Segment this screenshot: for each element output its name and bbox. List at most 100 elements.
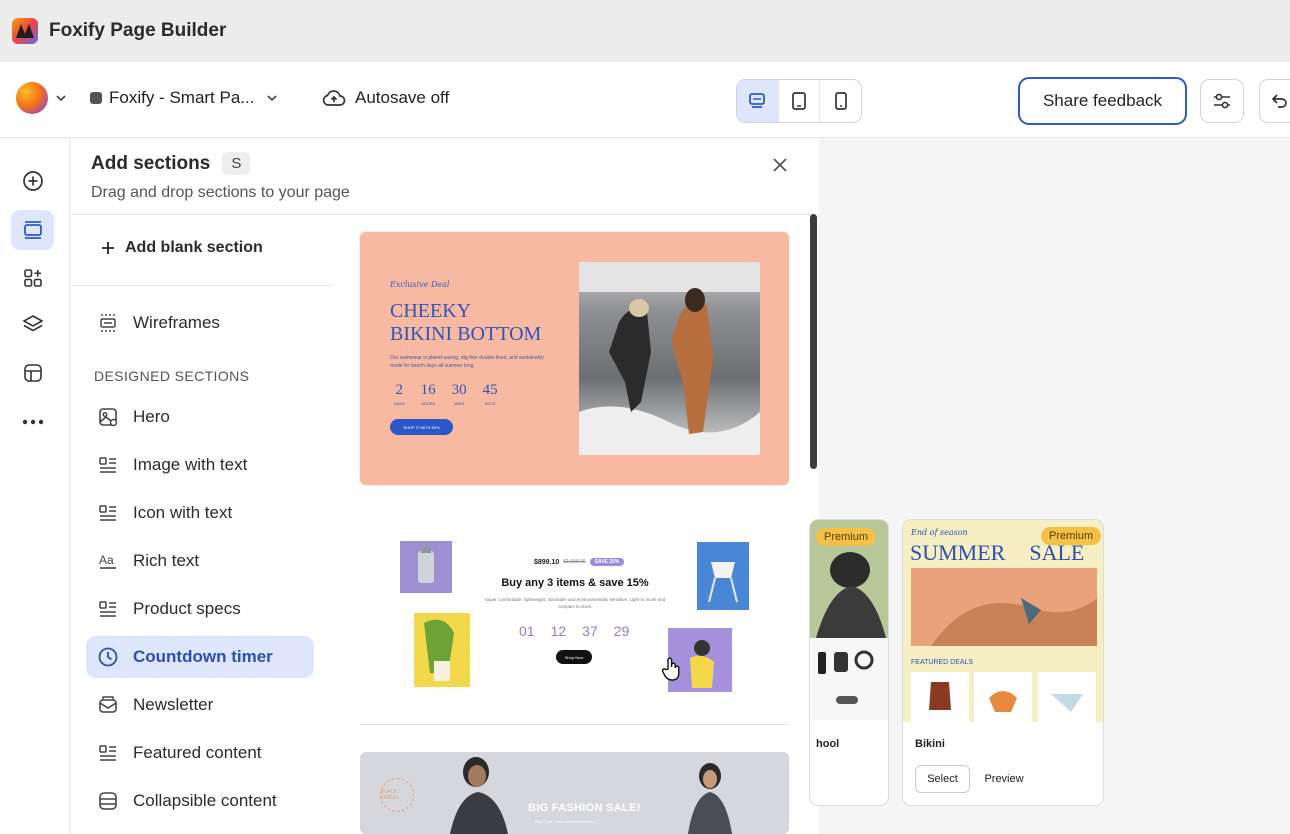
nav-item-rich-text[interactable]: Aa Rich text [86, 540, 314, 582]
timer-unit: 16 HOURS [421, 382, 436, 406]
app-logo-icon [12, 18, 38, 44]
add-blank-section-button[interactable]: Add blank section [101, 239, 263, 257]
mobile-view-button[interactable] [820, 80, 861, 122]
divider [360, 724, 789, 725]
desktop-view-button[interactable] [737, 80, 779, 122]
nav-item-label: Icon with text [133, 503, 233, 522]
nav-item-label: Hero [133, 407, 170, 426]
section-preview-fashion-sale[interactable]: BLACK FRIDAY BIG FASHION SALE! Buy 2 get… [360, 752, 789, 834]
section-categories: Add blank section Wireframes DESIGNED SE… [71, 215, 333, 834]
select-template-button[interactable]: Select [915, 765, 970, 793]
tablet-view-button[interactable] [779, 80, 821, 122]
timer-value: 29 [613, 623, 630, 639]
store-selector[interactable]: Foxify - Smart Pa... [90, 88, 278, 108]
nav-item-newsletter[interactable]: Newsletter [86, 684, 314, 726]
collapsible-icon [99, 792, 117, 810]
autosave-label: Autosave off [355, 88, 450, 107]
sliders-icon [1214, 93, 1230, 109]
settings-button[interactable] [1200, 79, 1244, 123]
apps-button[interactable] [11, 258, 54, 298]
preview-price-row: $899.10 $1,099.00 SAVE 20% [534, 558, 625, 566]
template-name: Bikini [915, 738, 945, 750]
discount-tag: SAVE 20% [589, 558, 625, 566]
preview-template-button[interactable]: Preview [977, 765, 1031, 793]
apps-icon [23, 269, 42, 287]
preview-timer: 01 12 37 29 [519, 623, 629, 639]
icon-text-icon [99, 505, 116, 521]
designed-sections-heading: DESIGNED SECTIONS [94, 368, 250, 384]
template-products [911, 672, 1096, 722]
nav-item-label: Product specs [133, 599, 241, 618]
section-preview-countdown-bundle[interactable]: $899.10 $1,099.00 SAVE 20% Buy any 3 ite… [360, 509, 789, 725]
preview-body: Super comfortable, lightweight, stackabl… [484, 597, 666, 609]
timer-value: 01 [519, 623, 535, 639]
timer-value: 12 [550, 623, 567, 639]
headline-word: SUMMER [910, 540, 1006, 565]
template-thumbnail [810, 638, 888, 720]
timer-label: MINS [454, 401, 465, 406]
plus-circle-icon [22, 171, 43, 191]
nav-item-label: Featured content [133, 743, 262, 762]
timer-value: 30 [451, 382, 467, 398]
cloud-upload-icon [322, 90, 346, 106]
nav-item-product-specs[interactable]: Product specs [86, 588, 314, 630]
shortcut-badge: S [222, 152, 251, 175]
panel-subtitle: Drag and drop sections to your page [91, 184, 350, 201]
add-element-button[interactable] [11, 161, 54, 201]
preview-title-line: CHEEKY [390, 300, 472, 322]
panel-scrollbar[interactable] [810, 214, 817, 469]
hand-cursor-icon [661, 657, 680, 681]
nav-item-label: Newsletter [133, 695, 214, 714]
product-image [400, 541, 452, 593]
timer-unit: 2 DAYS [394, 382, 405, 406]
sections-button[interactable] [11, 210, 54, 250]
featured-deals-label: FEATURED DEALS [911, 659, 974, 666]
preview-title: CHEEKY BIKINI BOTTOM [390, 300, 541, 346]
layout-icon [23, 364, 42, 382]
nav-item-hero[interactable]: Hero [86, 396, 314, 438]
nav-item-label: Image with text [133, 455, 248, 474]
more-icon [22, 419, 43, 425]
nav-item-collapsible-content[interactable]: Collapsible content [86, 780, 314, 822]
nav-item-label: Countdown timer [133, 647, 273, 666]
nav-item-wireframes[interactable]: Wireframes [86, 302, 314, 344]
layers-button[interactable] [11, 304, 54, 344]
templates-button[interactable] [11, 353, 54, 393]
template-card[interactable]: Premium hool [809, 519, 889, 806]
nav-item-label: Collapsible content [133, 791, 277, 810]
beach-photo [579, 262, 760, 455]
add-blank-label: Add blank section [125, 239, 263, 256]
preview-timer: 2 DAYS 16 HOURS 30 MINS 45 SECS [394, 382, 498, 406]
share-feedback-button[interactable]: Share feedback [1018, 77, 1187, 125]
nav-item-icon-with-text[interactable]: Icon with text [86, 492, 314, 534]
brand-logo-icon [16, 82, 48, 114]
close-panel-button[interactable] [768, 153, 792, 177]
autosave-toggle[interactable]: Autosave off [322, 88, 449, 108]
section-preview-countdown-hero[interactable]: Exclusive Deal CHEEKY BIKINI BOTTOM Our … [360, 232, 789, 485]
premium-badge: Premium [1041, 527, 1102, 545]
brand-menu[interactable] [16, 82, 66, 114]
undo-button[interactable] [1259, 79, 1290, 123]
nav-item-image-with-text[interactable]: Image with text [86, 444, 314, 486]
panel-header: Add sections S [91, 152, 251, 175]
template-card-bikini[interactable]: End of season SUMMER SALE FEATURED DEALS… [902, 519, 1104, 806]
nav-item-countdown-timer[interactable]: Countdown timer [86, 636, 314, 678]
timer-value: 37 [582, 623, 598, 639]
template-photo [911, 568, 1097, 646]
hero-icon [99, 408, 118, 427]
product-image [414, 613, 470, 687]
product-image [697, 542, 749, 610]
divider [71, 285, 333, 286]
timer-value: 2 [395, 382, 404, 398]
timer-label: HOURS [420, 401, 436, 406]
featured-content-icon [99, 745, 116, 761]
preview-title: Buy any 3 items & save 15% [501, 577, 649, 589]
chevron-down-icon [267, 95, 278, 102]
store-name: Foxify - Smart Pa... [109, 88, 255, 107]
old-price: $1,099.00 [563, 559, 586, 565]
more-button[interactable] [11, 402, 54, 442]
timer-value: 16 [420, 382, 436, 398]
timer-unit: 45 SECS [483, 382, 498, 406]
store-status-icon [90, 92, 102, 104]
nav-item-featured-content[interactable]: Featured content [86, 732, 314, 774]
